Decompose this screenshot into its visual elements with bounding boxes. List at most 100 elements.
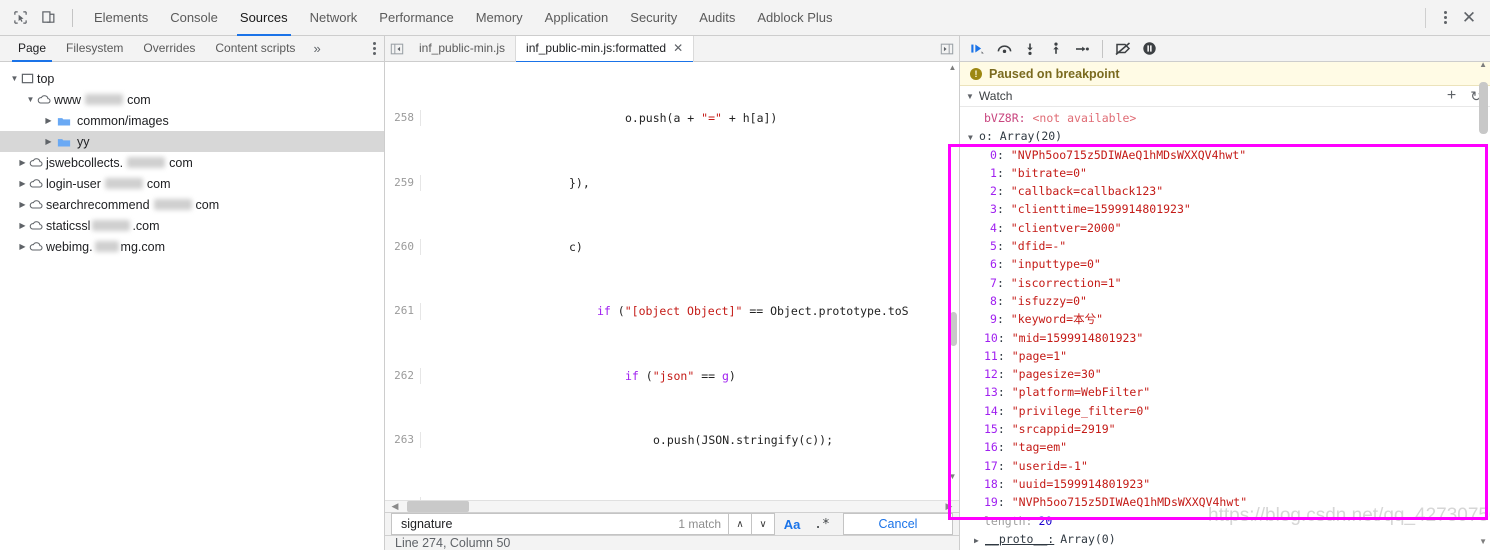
code-line[interactable]: 259}), [385,174,959,191]
code-horizontal-scrollbar[interactable]: ◀ ▶ [385,500,959,512]
line-number[interactable]: 261 [385,303,421,320]
close-icon[interactable]: ✕ [673,36,683,61]
array-entry-row[interactable]: 15: "srcappid=2919" [960,420,1490,438]
chevron-down-icon[interactable]: ▼ [24,95,37,104]
resume-script-execution-icon[interactable] [966,38,990,60]
tab-security[interactable]: Security [619,0,688,36]
tab-memory[interactable]: Memory [465,0,534,36]
nav-tab-content-scripts[interactable]: Content scripts [205,36,305,62]
line-number[interactable]: 260 [385,239,421,256]
array-entry-row[interactable]: 18: "uuid=1599914801923" [960,475,1490,493]
scroll-down-icon[interactable]: ▼ [948,472,957,481]
proto-row[interactable]: ▶ __proto__: Array(0) [960,530,1490,548]
code-line[interactable]: 260 c) [385,239,959,256]
nav-overflow-icon[interactable]: » [305,41,328,56]
line-content[interactable]: o.push(a + "=" + h[a]) [421,110,959,126]
code-editor[interactable]: 258 o.push(a + "=" + h[a]) 259}), 260 c) 2… [385,62,959,500]
line-content[interactable]: if ("[object Object]" == Object.prototyp… [421,303,959,319]
horizontal-scroll-track[interactable] [401,501,943,512]
close-icon[interactable]: ✕ [1456,5,1482,31]
array-entry-row[interactable]: 4: "clientver=2000" [960,219,1490,237]
previous-tab-icon[interactable] [385,36,409,62]
chevron-right-icon[interactable]: ▶ [16,200,29,209]
horizontal-scroll-thumb[interactable] [407,501,469,512]
deactivate-breakpoints-icon[interactable] [1111,38,1135,60]
watch-section-header[interactable]: ▼ Watch + ↻ [960,86,1490,107]
array-entry-row[interactable]: 2: "callback=callback123" [960,182,1490,200]
scroll-up-icon[interactable]: ▲ [1479,60,1487,69]
chevron-right-icon[interactable]: ▶ [16,179,29,188]
match-case-toggle[interactable]: Aa [779,513,805,535]
line-content[interactable]: c) [421,239,959,255]
scroll-left-icon[interactable]: ◀ [389,501,401,512]
code-line[interactable]: 263 o.push(JSON.stringify(c)); [385,432,959,449]
tab-audits[interactable]: Audits [688,0,746,36]
debugger-vertical-scrollbar[interactable]: ▲ ▼ [1478,60,1489,550]
device-toolbar-icon[interactable] [34,5,62,31]
step-into-next-function-call-icon[interactable] [1018,38,1042,60]
line-number[interactable]: 258 [385,110,421,127]
array-entry-row[interactable]: 17: "userid=-1" [960,457,1490,475]
add-watch-expression-icon[interactable]: + [1447,88,1456,104]
search-field[interactable]: 1 match [391,513,729,535]
array-entry-row[interactable]: 11: "page=1" [960,347,1490,365]
array-entry-row[interactable]: 14: "privilege_filter=0" [960,402,1490,420]
array-entry-row[interactable]: 6: "inputtype=0" [960,255,1490,273]
tree-item-searchrecommend[interactable]: ▶ searchrecommend com [0,194,384,215]
line-content[interactable]: }), [421,175,959,191]
array-entry-row[interactable]: 5: "dfid=-" [960,237,1490,255]
tab-console[interactable]: Console [159,0,229,36]
chevron-right-icon[interactable]: ▶ [16,221,29,230]
code-vertical-scrollbar[interactable]: ▲ ▼ [949,62,958,482]
array-entry-row[interactable]: 0: "NVPh5oo715z5DIWAeQ1hMDsWXXQV4hwt" [960,146,1490,164]
code-line[interactable]: 258 o.push(a + "=" + h[a]) [385,110,959,127]
array-entry-row[interactable]: 13: "platform=WebFilter" [960,383,1490,401]
chevron-right-icon[interactable]: ▶ [42,137,55,146]
scroll-down-icon[interactable]: ▼ [1479,537,1487,546]
chevron-down-icon[interactable]: ▼ [966,92,974,101]
array-entry-row[interactable]: 10: "mid=1599914801923" [960,329,1490,347]
code-line[interactable]: 262 if ("json" == g) [385,367,959,384]
chevron-down-icon[interactable]: ▼ [968,129,979,147]
tab-performance[interactable]: Performance [368,0,464,36]
search-next-button[interactable]: ∨ [752,513,775,535]
tab-network[interactable]: Network [299,0,369,36]
navigator-horizontal-scrollbar[interactable] [0,546,384,550]
next-tab-icon[interactable] [935,36,959,62]
cancel-search-button[interactable]: Cancel [843,513,953,535]
nav-tab-overrides[interactable]: Overrides [133,36,205,62]
tree-item-yy[interactable]: ▶ yy [0,131,384,152]
array-entry-row[interactable]: 16: "tag=em" [960,438,1490,456]
code-lines[interactable]: 258 o.push(a + "=" + h[a]) 259}), 260 c) 2… [385,62,959,500]
tab-elements[interactable]: Elements [83,0,159,36]
step-out-of-current-function-icon[interactable] [1044,38,1068,60]
search-previous-button[interactable]: ∧ [729,513,752,535]
array-entry-row[interactable]: 9: "keyword=本兮" [960,310,1490,328]
array-entry-row[interactable]: 8: "isfuzzy=0" [960,292,1490,310]
tree-item-common-images[interactable]: ▶ common/images [0,110,384,131]
array-entry-row[interactable]: 19: "NVPh5oo715z5DIWAeQ1hMDsWXXQV4hwt" [960,493,1490,511]
tree-item-top[interactable]: ▼ top [0,68,384,89]
nav-tab-page[interactable]: Page [8,36,56,62]
pause-on-exceptions-icon[interactable] [1137,38,1161,60]
code-line[interactable]: 261 if ("[object Object]" == Object.proto… [385,303,959,320]
chevron-right-icon[interactable]: ▶ [42,116,55,125]
watch-expressions-list[interactable]: bVZ8R: <not available> ▼ o: Array(20) 0: … [960,107,1490,550]
line-number[interactable]: 263 [385,432,421,449]
chevron-right-icon[interactable]: ▶ [974,532,985,550]
tree-item-webimg[interactable]: ▶ webimg. mg.com [0,236,384,257]
kebab-menu-icon[interactable] [1434,11,1456,24]
source-tab-inf-public-min[interactable]: inf_public-min.js [409,35,517,62]
scroll-up-icon[interactable]: ▲ [948,63,957,72]
line-content[interactable]: if ("json" == g) [421,368,959,384]
line-number[interactable]: 259 [385,174,421,191]
navigator-kebab-menu-icon[interactable] [373,42,376,55]
nav-tab-filesystem[interactable]: Filesystem [56,36,133,62]
array-entry-row[interactable]: 7: "iscorrection=1" [960,274,1490,292]
tab-adblock-plus[interactable]: Adblock Plus [746,0,843,36]
watch-object-row[interactable]: ▼ o: Array(20) [960,127,1490,145]
line-content[interactable]: o.push(JSON.stringify(c)); [421,432,959,448]
watch-expression-row[interactable]: bVZ8R: <not available> [960,109,1490,127]
chevron-right-icon[interactable]: ▶ [16,158,29,167]
step-icon[interactable] [1070,38,1094,60]
